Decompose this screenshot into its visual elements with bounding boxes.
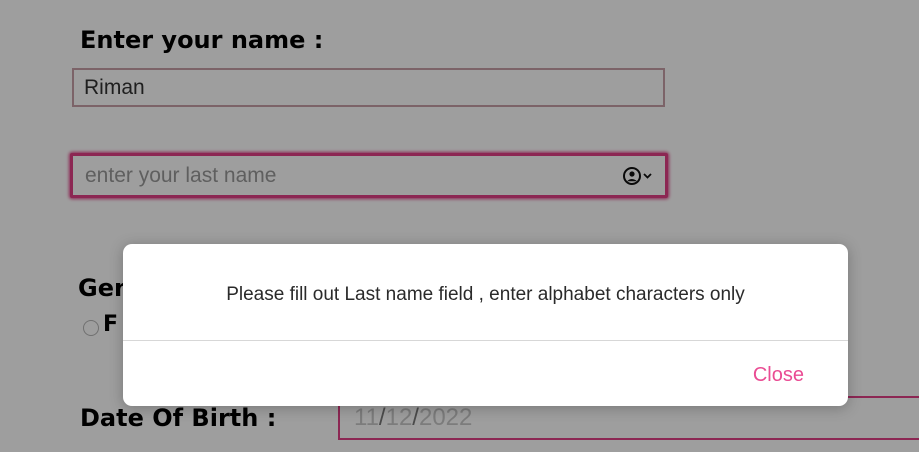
dialog-message: Please fill out Last name field , enter …	[226, 284, 745, 305]
validation-dialog: Please fill out Last name field , enter …	[123, 244, 848, 406]
dialog-divider	[123, 340, 848, 341]
close-button[interactable]: Close	[753, 364, 804, 387]
